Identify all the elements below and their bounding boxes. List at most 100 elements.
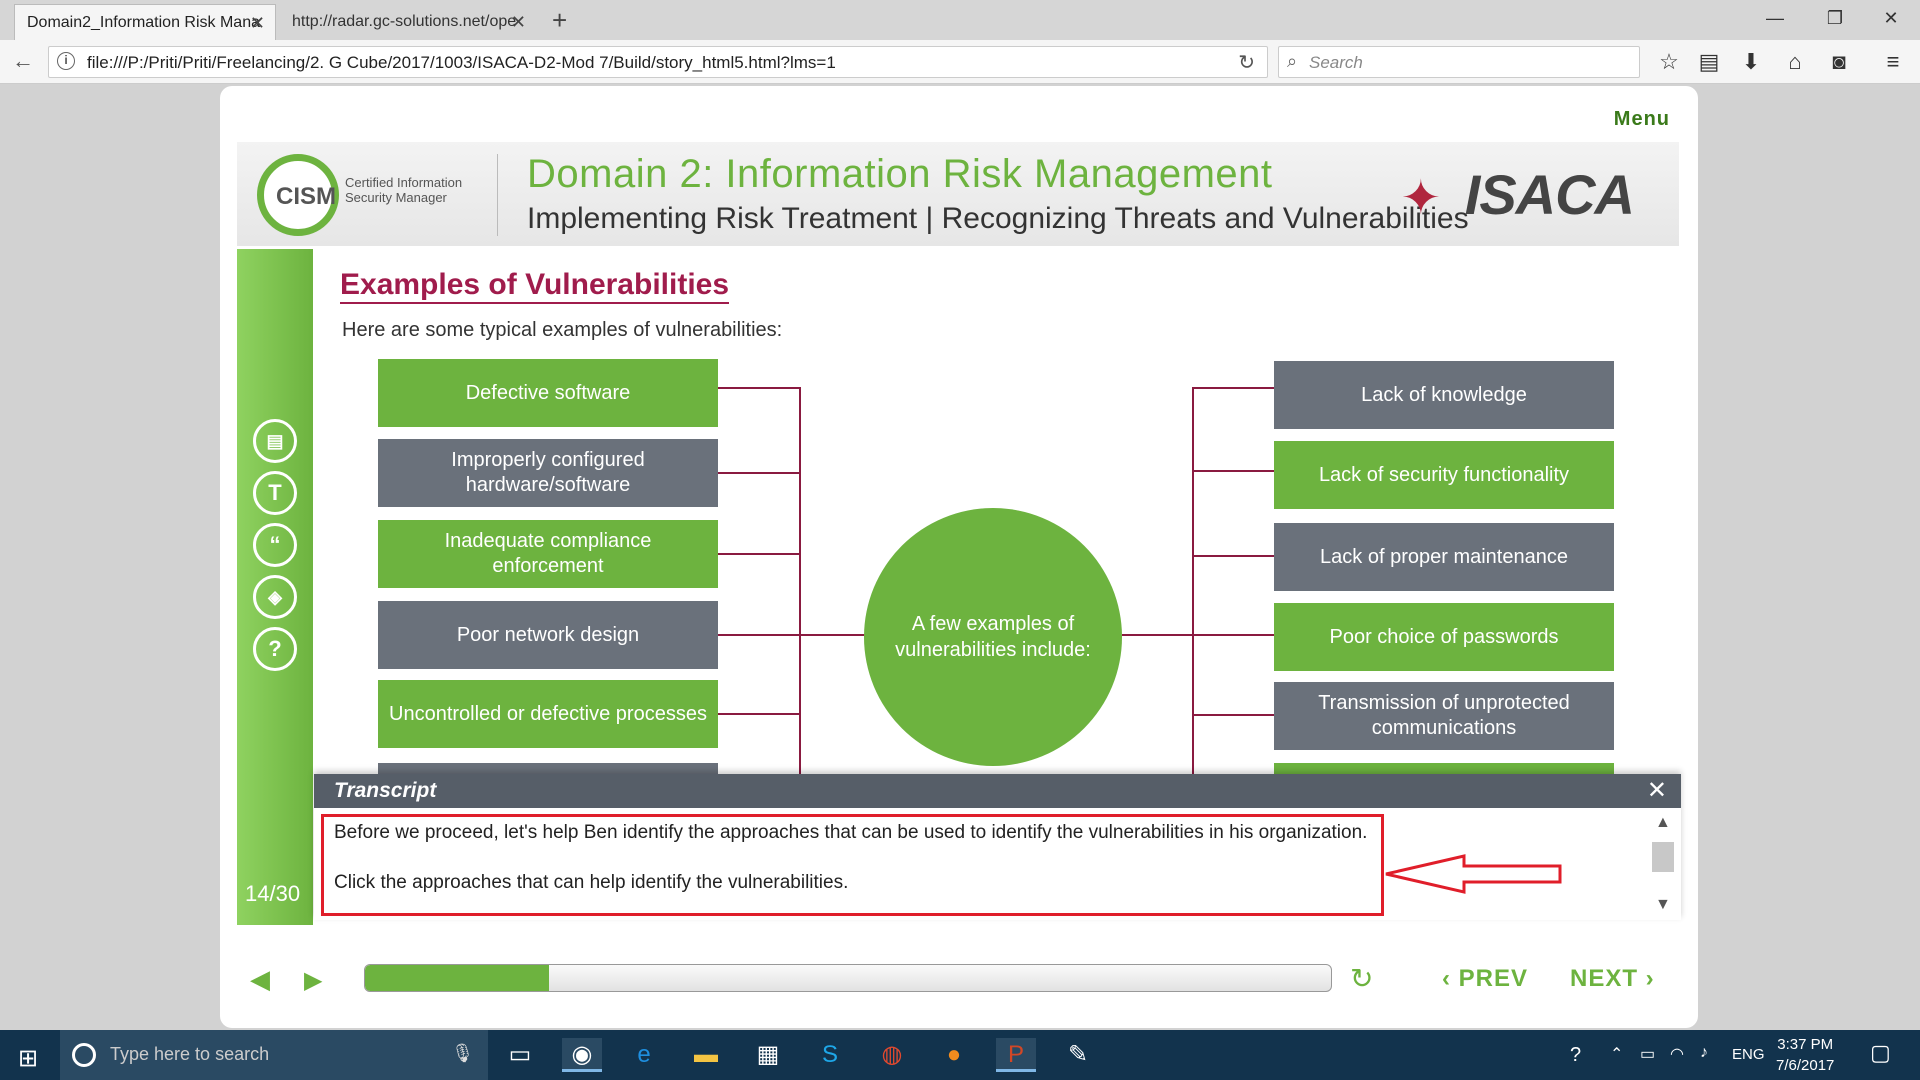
speaker-icon[interactable]: ♪	[1700, 1044, 1708, 1062]
notifications-icon[interactable]: ▢	[1870, 1040, 1891, 1066]
connector-line	[799, 387, 801, 775]
connector-line	[1192, 387, 1274, 389]
reload-icon[interactable]: ↻	[1238, 50, 1255, 75]
connector-line	[718, 634, 800, 636]
cism-logo: CISM	[257, 154, 339, 236]
next-button[interactable]: NEXT ›	[1570, 965, 1655, 993]
tab-course[interactable]: Domain2_Information Risk Mana ✕	[14, 4, 276, 40]
close-tab-icon[interactable]: ✕	[511, 4, 526, 40]
left-item-3[interactable]: Inadequate compliance enforcement	[378, 520, 718, 588]
microphone-icon[interactable]: 🎙	[451, 1043, 474, 1064]
language-indicator[interactable]: ENG	[1732, 1046, 1765, 1063]
close-tab-icon[interactable]: ✕	[250, 5, 265, 40]
clock-date: 7/6/2017	[1776, 1057, 1835, 1074]
isaca-star-icon: ✦	[1400, 172, 1441, 225]
right-item-3[interactable]: Lack of proper maintenance	[1274, 523, 1614, 591]
right-item-4[interactable]: Poor choice of passwords	[1274, 603, 1614, 671]
taskbar-clock[interactable]: 3:37 PM 7/6/2017	[1776, 1034, 1834, 1076]
bookmark-star-icon[interactable]: ☆	[1654, 49, 1684, 75]
progress-bar[interactable]	[364, 964, 1332, 992]
powerpoint-icon[interactable]: P	[996, 1038, 1036, 1072]
slide-intro: Here are some typical examples of vulner…	[342, 319, 783, 341]
connector-line	[799, 634, 865, 636]
skype-icon[interactable]: S	[810, 1038, 850, 1072]
play-icon[interactable]: ▶	[304, 966, 322, 995]
connector-line	[718, 553, 800, 555]
restore-icon[interactable]: ❐	[1810, 0, 1860, 36]
transcript-header: Transcript ✕	[314, 774, 1681, 808]
scroll-down-icon[interactable]: ▼	[1655, 896, 1671, 914]
connector-line	[718, 472, 800, 474]
new-tab-icon[interactable]: +	[552, 4, 567, 36]
scroll-up-icon[interactable]: ▲	[1655, 814, 1671, 832]
battery-icon[interactable]: ▭	[1640, 1044, 1655, 1064]
edge-icon[interactable]: e	[624, 1038, 664, 1072]
layers-icon[interactable]: ◈	[253, 575, 297, 619]
store-icon[interactable]: ▦	[748, 1038, 788, 1072]
connector-line	[1192, 555, 1274, 557]
url-bar[interactable]: i file:///P:/Priti/Priti/Freelancing/2. …	[48, 46, 1268, 78]
red-arrow-annotation	[1385, 854, 1562, 894]
notes-icon[interactable]: ▤	[253, 419, 297, 463]
download-icon[interactable]: ⬇	[1736, 49, 1766, 75]
windows-start-icon[interactable]: ⊞	[18, 1044, 38, 1073]
left-item-1[interactable]: Defective software	[378, 359, 718, 427]
info-icon[interactable]: i	[57, 52, 75, 70]
prev-label: PREV	[1458, 965, 1529, 992]
wifi-icon[interactable]: ◠	[1670, 1044, 1684, 1064]
browser-navbar: ← i file:///P:/Priti/Priti/Freelancing/2…	[0, 40, 1920, 84]
tab-radar[interactable]: http://radar.gc-solutions.net/ope ✕	[280, 4, 536, 40]
taskbar-search-placeholder: Type here to search	[110, 1044, 270, 1064]
close-transcript-icon[interactable]: ✕	[1647, 776, 1667, 805]
header-subtitle: Implementing Risk Treatment | Recognizin…	[527, 202, 1469, 235]
transcript-title: Transcript	[334, 779, 437, 802]
right-item-1[interactable]: Lack of knowledge	[1274, 361, 1614, 429]
windows-taskbar: ⊞ Type here to search 🎙 ▭ ◉ e ▬ ▦ S ◍ ● …	[0, 1030, 1920, 1080]
url-text: file:///P:/Priti/Priti/Freelancing/2. G …	[87, 53, 836, 72]
minimize-icon[interactable]: —	[1750, 0, 1800, 36]
back-icon[interactable]: ←	[12, 48, 34, 74]
course-player: Menu CISM Certified Information Security…	[220, 86, 1698, 1028]
transcript-panel: Transcript ✕ Before we proceed, let's he…	[314, 774, 1681, 920]
left-item-5[interactable]: Uncontrolled or defective processes	[378, 680, 718, 748]
help-icon[interactable]: ?	[253, 627, 297, 671]
tab-radar-label: http://radar.gc-solutions.net/ope	[292, 13, 517, 30]
course-menu-button[interactable]: Menu	[1614, 108, 1670, 131]
browser-search-placeholder: Search	[1309, 53, 1363, 72]
tab-course-label: Domain2_Information Risk Mana	[27, 14, 260, 31]
home-icon[interactable]: ⌂	[1780, 49, 1810, 75]
search-icon: ⌕	[1287, 51, 1298, 71]
cortana-icon	[72, 1043, 96, 1067]
right-item-2[interactable]: Lack of security functionality	[1274, 441, 1614, 509]
pocket-icon[interactable]: ◙	[1824, 49, 1854, 75]
volume-icon[interactable]: ◀	[250, 964, 270, 995]
text-icon[interactable]: T	[253, 471, 297, 515]
cism-logo-text: CISM	[276, 183, 336, 210]
help-tray-icon[interactable]: ?	[1570, 1044, 1581, 1067]
chrome-icon[interactable]: ◍	[872, 1038, 912, 1072]
slide-title: Examples of Vulnerabilities	[340, 268, 730, 304]
browser-search-box[interactable]: ⌕ Search	[1278, 46, 1640, 78]
paint-icon[interactable]: ✎	[1058, 1038, 1098, 1072]
task-view-icon[interactable]: ▭	[500, 1038, 540, 1072]
file-explorer-icon[interactable]: ▬	[686, 1038, 726, 1072]
transcript-scrollbar[interactable]: ▲ ▼	[1651, 812, 1675, 918]
course-sidebar: ▤ T “ ◈ ? 14/30	[237, 249, 313, 925]
left-item-2[interactable]: Improperly configured hardware/software	[378, 439, 718, 507]
left-item-4[interactable]: Poor network design	[378, 601, 718, 669]
firefox-icon[interactable]: ◉	[562, 1038, 602, 1072]
close-window-icon[interactable]: ✕	[1866, 0, 1916, 36]
next-label: NEXT	[1570, 965, 1639, 992]
app-orange-icon[interactable]: ●	[934, 1038, 974, 1072]
show-hidden-icon[interactable]: ⌃	[1610, 1044, 1623, 1064]
scroll-thumb[interactable]	[1652, 842, 1674, 872]
hamburger-menu-icon[interactable]: ≡	[1878, 49, 1908, 75]
quote-icon[interactable]: “	[253, 523, 297, 567]
replay-icon[interactable]: ↻	[1350, 962, 1373, 995]
reading-list-icon[interactable]: ▤	[1694, 49, 1724, 75]
prev-button[interactable]: ‹ PREV	[1442, 965, 1528, 993]
header-divider	[497, 154, 498, 236]
taskbar-search[interactable]: Type here to search 🎙	[60, 1030, 488, 1080]
connector-line	[1122, 634, 1192, 636]
right-item-5[interactable]: Transmission of unprotected communicatio…	[1274, 682, 1614, 750]
